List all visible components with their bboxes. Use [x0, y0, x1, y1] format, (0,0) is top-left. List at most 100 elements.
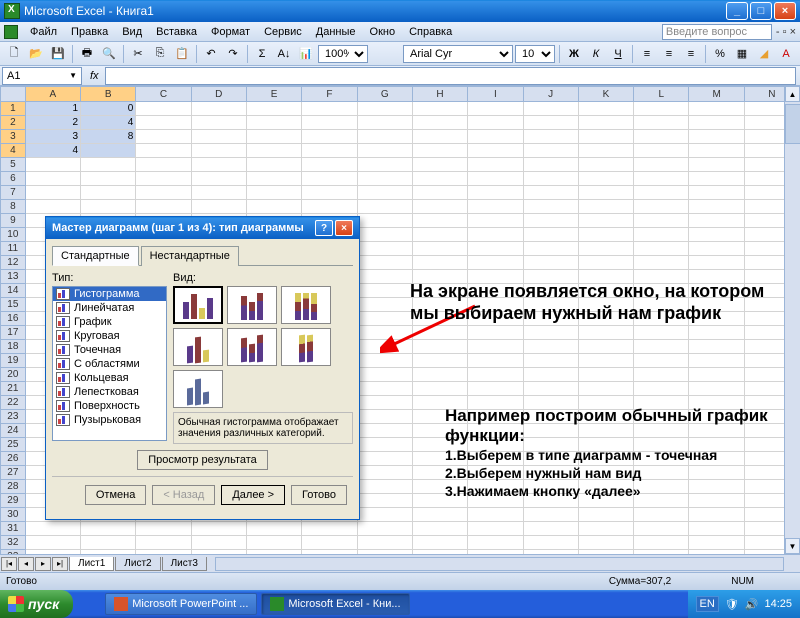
cell[interactable]: [26, 158, 81, 172]
row-header[interactable]: 27: [0, 466, 26, 480]
row-header[interactable]: 5: [0, 158, 26, 172]
cell[interactable]: [468, 242, 523, 256]
cell[interactable]: [302, 102, 357, 116]
cell[interactable]: [136, 144, 191, 158]
cell[interactable]: [358, 228, 413, 242]
cell[interactable]: [302, 130, 357, 144]
copy-button[interactable]: ⎘: [150, 44, 170, 64]
cell[interactable]: [192, 172, 247, 186]
print-button[interactable]: 🖶: [77, 44, 97, 64]
chart-subtype-5[interactable]: [227, 328, 277, 366]
align-center-button[interactable]: ≡: [659, 44, 679, 64]
cell[interactable]: [634, 382, 689, 396]
cell[interactable]: [634, 172, 689, 186]
row-header[interactable]: 31: [0, 522, 26, 536]
menu-file[interactable]: Файл: [24, 24, 63, 40]
chart-type-item[interactable]: Лепестковая: [53, 385, 166, 399]
cell[interactable]: [247, 158, 302, 172]
cell[interactable]: [524, 172, 579, 186]
cell[interactable]: [81, 200, 136, 214]
formula-input[interactable]: [105, 67, 796, 85]
cell[interactable]: [247, 116, 302, 130]
cell[interactable]: [468, 522, 523, 536]
bold-button[interactable]: Ж: [564, 44, 584, 64]
row-header[interactable]: 8: [0, 200, 26, 214]
column-header[interactable]: M: [689, 86, 744, 102]
dialog-close-button[interactable]: ×: [335, 220, 353, 236]
cell[interactable]: [358, 368, 413, 382]
redo-button[interactable]: ↷: [223, 44, 243, 64]
cell[interactable]: [689, 186, 744, 200]
cell[interactable]: [579, 354, 634, 368]
cell[interactable]: [413, 256, 468, 270]
cell[interactable]: [302, 144, 357, 158]
cell[interactable]: [358, 396, 413, 410]
chart-type-item[interactable]: С областями: [53, 357, 166, 371]
sheet-nav-last[interactable]: ▸|: [52, 557, 68, 571]
cell[interactable]: [413, 382, 468, 396]
cell[interactable]: [468, 172, 523, 186]
cell[interactable]: [136, 130, 191, 144]
cell[interactable]: [413, 508, 468, 522]
cell[interactable]: [136, 158, 191, 172]
column-header[interactable]: D: [192, 86, 247, 102]
cell[interactable]: [26, 522, 81, 536]
cell[interactable]: [579, 200, 634, 214]
scroll-down-button[interactable]: ▼: [785, 538, 800, 554]
row-header[interactable]: 25: [0, 438, 26, 452]
preview-result-button[interactable]: Просмотр результата: [137, 450, 268, 470]
cut-button[interactable]: ✂: [128, 44, 148, 64]
taskbar-excel[interactable]: Microsoft Excel - Кни...: [261, 593, 409, 615]
column-header[interactable]: L: [634, 86, 689, 102]
menu-edit[interactable]: Правка: [65, 24, 114, 40]
cell[interactable]: [358, 256, 413, 270]
row-header[interactable]: 6: [0, 172, 26, 186]
cell[interactable]: [192, 116, 247, 130]
fontsize-select[interactable]: 10: [515, 45, 555, 63]
italic-button[interactable]: К: [586, 44, 606, 64]
cell[interactable]: [524, 102, 579, 116]
column-header[interactable]: H: [413, 86, 468, 102]
cell[interactable]: [524, 382, 579, 396]
cell[interactable]: [358, 452, 413, 466]
tab-custom[interactable]: Нестандартные: [141, 246, 239, 266]
cell[interactable]: [524, 368, 579, 382]
cell[interactable]: [26, 536, 81, 550]
column-header[interactable]: I: [468, 86, 523, 102]
cell[interactable]: 1: [26, 102, 81, 116]
cell[interactable]: [634, 200, 689, 214]
row-header[interactable]: 3: [0, 130, 26, 144]
chart-subtype-4[interactable]: [173, 328, 223, 366]
tab-standard[interactable]: Стандартные: [52, 246, 139, 266]
cell[interactable]: [468, 130, 523, 144]
scroll-up-button[interactable]: ▲: [785, 86, 800, 102]
scroll-thumb[interactable]: [785, 104, 800, 144]
cell[interactable]: [689, 326, 744, 340]
cell[interactable]: [192, 130, 247, 144]
cell[interactable]: [81, 172, 136, 186]
cell[interactable]: [413, 228, 468, 242]
sort-asc-button[interactable]: A↓: [274, 44, 294, 64]
cell[interactable]: [413, 242, 468, 256]
tray-icon[interactable]: 🛡: [725, 598, 739, 611]
row-header[interactable]: 9: [0, 214, 26, 228]
cell[interactable]: [634, 186, 689, 200]
cell[interactable]: [468, 508, 523, 522]
cell[interactable]: [689, 256, 744, 270]
cell[interactable]: [524, 186, 579, 200]
cell[interactable]: [689, 172, 744, 186]
cell[interactable]: [579, 242, 634, 256]
cell[interactable]: [524, 326, 579, 340]
row-header[interactable]: 29: [0, 494, 26, 508]
align-right-button[interactable]: ≡: [681, 44, 701, 64]
cell[interactable]: [192, 158, 247, 172]
cell[interactable]: [302, 200, 357, 214]
cell[interactable]: [634, 368, 689, 382]
cell[interactable]: [413, 536, 468, 550]
chart-type-item[interactable]: Линейчатая: [53, 301, 166, 315]
cell[interactable]: [524, 522, 579, 536]
finish-button[interactable]: Готово: [291, 485, 347, 505]
cell[interactable]: [81, 536, 136, 550]
cell[interactable]: [358, 410, 413, 424]
cell[interactable]: [358, 508, 413, 522]
